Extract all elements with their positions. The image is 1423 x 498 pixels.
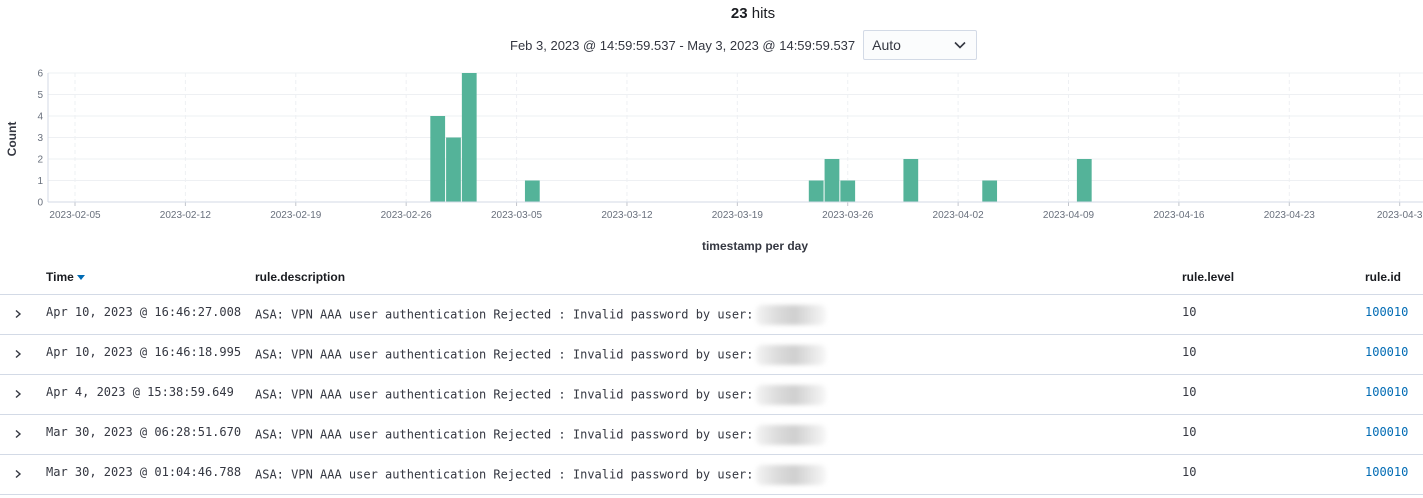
time-range-text: Feb 3, 2023 @ 14:59:59.537 - May 3, 2023… (510, 37, 856, 53)
cell-level: 10 (1182, 385, 1197, 399)
x-tick-label: 2023-02-26 (381, 210, 433, 221)
cell-rule-id-link[interactable]: 100010 (1365, 305, 1408, 319)
redacted-username (755, 425, 826, 445)
y-axis-title: Count (5, 122, 19, 157)
histogram-bar[interactable] (808, 180, 824, 203)
redacted-username (755, 305, 826, 325)
cell-description: ASA: VPN AAA user authentication Rejecte… (255, 305, 826, 325)
chevron-right-icon[interactable] (11, 427, 25, 441)
histogram-bar[interactable] (824, 159, 840, 202)
sort-desc-icon[interactable] (76, 275, 85, 281)
histogram-bar[interactable] (446, 137, 461, 203)
column-header-time[interactable]: Time (46, 270, 85, 284)
cell-rule-id-link[interactable]: 100010 (1365, 465, 1408, 479)
x-tick-label: 2023-02-12 (160, 210, 212, 221)
table-row[interactable]: Apr 4, 2023 @ 15:38:59.649 ASA: VPN AAA u… (0, 375, 1423, 415)
hits-number: 23 (730, 5, 748, 22)
column-header-description[interactable]: rule.description (255, 270, 345, 284)
histogram-chart[interactable]: 0 1 2 3 4 5 6 2023-02-05 2023-02-12 2023-02-19 202… (0, 64, 1423, 256)
x-tick-label: 2023-04-23 (1264, 210, 1316, 221)
y-tick-label: 1 (37, 176, 43, 187)
chevron-right-icon[interactable] (11, 387, 25, 401)
x-tick-label: 2023-03-12 (601, 210, 653, 221)
x-tick-label: 2023-02-19 (270, 210, 322, 221)
interval-select[interactable]: Auto (863, 30, 978, 60)
redacted-username (755, 385, 826, 405)
y-tick-label: 2 (37, 155, 43, 166)
hits-count: 23 hits (0, 5, 1423, 22)
cell-description: ASA: VPN AAA user authentication Rejecte… (255, 425, 826, 445)
cell-time: Apr 10, 2023 @ 16:46:27.008 (46, 305, 242, 319)
y-tick-label: 6 (37, 69, 43, 80)
x-tick-label: 2023-04-3 (1377, 210, 1423, 221)
x-tick-label: 2023-03-05 (491, 210, 543, 221)
table-row[interactable]: Apr 10, 2023 @ 16:46:27.008 ASA: VPN AAA … (0, 295, 1423, 335)
histogram-bar[interactable] (982, 180, 998, 203)
cell-level: 10 (1182, 465, 1197, 479)
cell-rule-id-link[interactable]: 100010 (1365, 385, 1408, 399)
cell-rule-id-link[interactable]: 100010 (1365, 425, 1408, 439)
histogram-bar[interactable] (430, 116, 446, 202)
cell-time: Mar 30, 2023 @ 06:28:51.670 (46, 425, 242, 439)
x-tick-label: 2023-03-26 (822, 210, 874, 221)
chevron-right-icon[interactable] (11, 307, 25, 321)
table-body: Apr 10, 2023 @ 16:46:27.008 ASA: VPN AAA … (0, 295, 1423, 495)
time-range-bar: Feb 3, 2023 @ 14:59:59.537 - May 3, 2023… (510, 29, 978, 61)
interval-selected-value: Auto (872, 37, 901, 53)
histogram-bar[interactable] (1076, 159, 1092, 202)
cell-description: ASA: VPN AAA user authentication Rejecte… (255, 385, 826, 405)
cell-description: ASA: VPN AAA user authentication Rejecte… (255, 465, 826, 485)
x-tick-label: 2023-04-16 (1153, 210, 1205, 221)
chevron-right-icon[interactable] (11, 467, 25, 481)
histogram-bar[interactable] (461, 73, 477, 202)
hits-label: hits (751, 5, 776, 22)
redacted-username (755, 465, 826, 485)
table-row[interactable]: Mar 30, 2023 @ 06:28:51.670 ASA: VPN AAA … (0, 415, 1423, 455)
cell-rule-id-link[interactable]: 100010 (1365, 345, 1408, 359)
x-tick-label: 2023-02-05 (49, 210, 101, 221)
x-axis-title: timestamp per day (702, 239, 808, 253)
x-tick-label: 2023-04-02 (933, 210, 985, 221)
histogram-bar[interactable] (903, 159, 919, 202)
histogram-bar[interactable] (524, 180, 540, 203)
chart-grid (48, 72, 1423, 203)
table-row[interactable]: Apr 10, 2023 @ 16:46:18.995 ASA: VPN AAA … (0, 335, 1423, 375)
document-table: Time rule.description rule.level rule.id… (0, 262, 1423, 495)
cell-level: 10 (1182, 305, 1197, 319)
x-tick-label: 2023-04-09 (1043, 210, 1095, 221)
x-tick-label: 2023-03-19 (712, 210, 764, 221)
table-header: Time rule.description rule.level rule.id (0, 262, 1423, 295)
cell-time: Mar 30, 2023 @ 01:04:46.788 (46, 465, 242, 479)
histogram-bar[interactable] (840, 180, 856, 203)
y-tick-label: 4 (37, 112, 43, 123)
cell-time: Apr 4, 2023 @ 15:38:59.649 (46, 385, 234, 399)
column-header-level[interactable]: rule.level (1182, 270, 1234, 284)
chevron-down-icon (954, 41, 966, 49)
chart-axes: 0 1 2 3 4 5 6 2023-02-05 2023-02-12 2023-02-19 202… (37, 69, 1423, 221)
y-tick-label: 0 (37, 198, 43, 209)
y-tick-label: 5 (37, 90, 43, 101)
cell-level: 10 (1182, 345, 1197, 359)
cell-level: 10 (1182, 425, 1197, 439)
column-header-id[interactable]: rule.id (1365, 270, 1401, 284)
table-row[interactable]: Mar 30, 2023 @ 01:04:46.788 ASA: VPN AAA … (0, 455, 1423, 495)
chevron-right-icon[interactable] (11, 347, 25, 361)
cell-time: Apr 10, 2023 @ 16:46:18.995 (46, 345, 242, 359)
redacted-username (755, 345, 826, 365)
y-tick-label: 3 (37, 133, 43, 144)
cell-description: ASA: VPN AAA user authentication Rejecte… (255, 345, 826, 365)
